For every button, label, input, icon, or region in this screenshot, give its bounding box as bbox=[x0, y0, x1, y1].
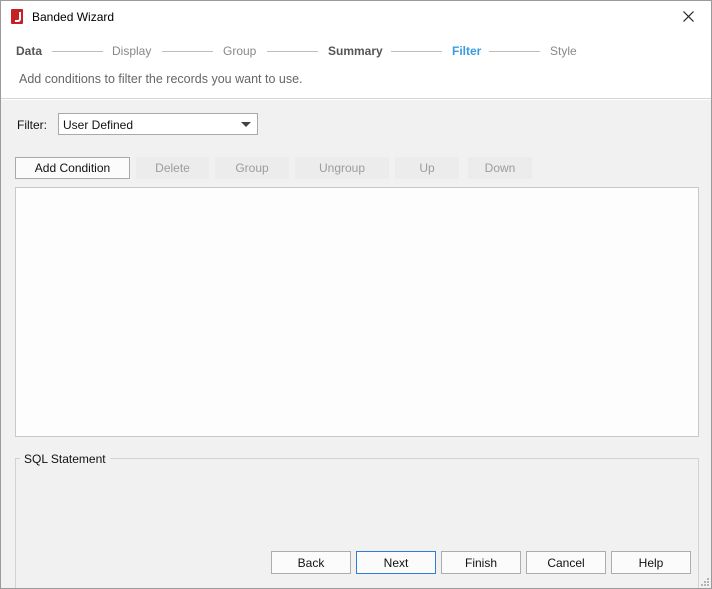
down-button[interactable]: Down bbox=[468, 157, 532, 179]
wizard-body: Filter: User Defined Add Condition Delet… bbox=[1, 100, 711, 588]
ungroup-button[interactable]: Ungroup bbox=[295, 157, 389, 179]
filter-selected-value: User Defined bbox=[63, 118, 134, 132]
step-filter: Filter bbox=[452, 44, 482, 58]
back-button[interactable]: Back bbox=[271, 551, 351, 574]
filter-dropdown[interactable]: User Defined bbox=[58, 113, 258, 135]
finish-button[interactable]: Finish bbox=[441, 551, 521, 574]
step-data: Data bbox=[16, 44, 43, 58]
wizard-header: Data Display Group Summary Filter Style … bbox=[1, 32, 711, 99]
app-logo-icon bbox=[11, 9, 23, 24]
group-button[interactable]: Group bbox=[215, 157, 289, 179]
window-title: Banded Wizard bbox=[32, 10, 115, 24]
step-connector bbox=[162, 51, 213, 52]
cancel-button[interactable]: Cancel bbox=[526, 551, 606, 574]
title-bar[interactable]: Banded Wizard bbox=[1, 1, 711, 32]
step-display: Display bbox=[112, 44, 152, 58]
delete-button[interactable]: Delete bbox=[136, 157, 209, 179]
up-button[interactable]: Up bbox=[395, 157, 459, 179]
step-connector bbox=[52, 51, 103, 52]
wizard-subtitle: Add conditions to filter the records you… bbox=[19, 72, 303, 86]
filter-label: Filter: bbox=[17, 118, 47, 132]
close-icon bbox=[682, 11, 694, 22]
add-condition-button[interactable]: Add Condition bbox=[15, 157, 130, 179]
step-style: Style bbox=[550, 44, 577, 58]
chevron-down-icon[interactable] bbox=[241, 122, 251, 127]
step-connector bbox=[391, 51, 442, 52]
help-button[interactable]: Help bbox=[611, 551, 691, 574]
close-button[interactable] bbox=[665, 1, 711, 32]
conditions-list[interactable] bbox=[15, 187, 699, 437]
step-connector bbox=[489, 51, 540, 52]
step-connector bbox=[267, 51, 318, 52]
step-group: Group bbox=[223, 44, 257, 58]
sql-statement-legend: SQL Statement bbox=[20, 452, 110, 466]
resize-grip-icon[interactable] bbox=[699, 576, 709, 586]
next-button[interactable]: Next bbox=[356, 551, 436, 574]
step-summary: Summary bbox=[328, 44, 383, 58]
banded-wizard-dialog: Banded Wizard Data Display Group Summary… bbox=[0, 0, 712, 589]
